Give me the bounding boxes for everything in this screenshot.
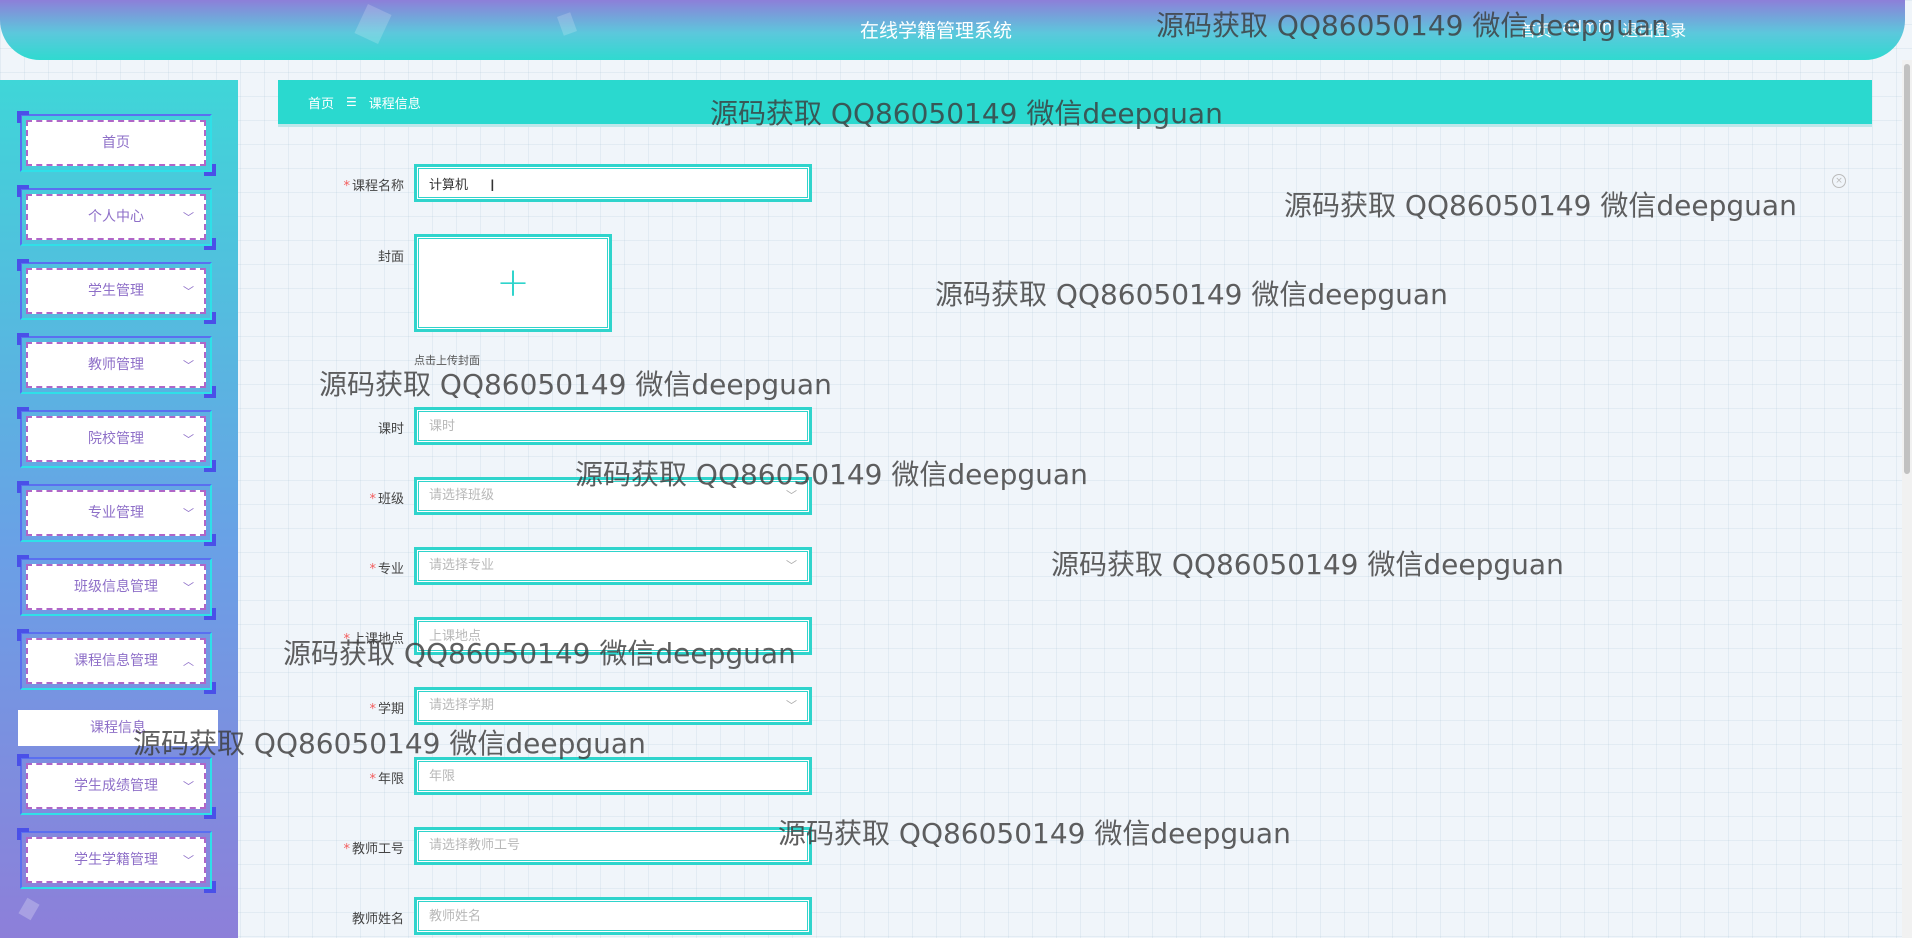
location-label: * 上课地点: [343, 632, 404, 647]
major-select[interactable]: 请选择专业 ﹀: [414, 547, 812, 585]
header-decoration: [354, 4, 392, 44]
plus-icon: +: [496, 260, 530, 306]
sidebar-item-7[interactable]: 课程信息管理 ︿: [17, 629, 216, 694]
hours-input[interactable]: [414, 407, 812, 445]
close-circle-icon[interactable]: ×: [1832, 174, 1846, 188]
chevron-down-icon: ﹀: [183, 359, 194, 372]
years-input[interactable]: [414, 757, 812, 795]
submenu-item-course-info[interactable]: 课程信息: [18, 710, 218, 746]
header-home-link[interactable]: 首页: [1520, 17, 1552, 41]
breadcrumb-current: 课程信息: [368, 96, 421, 112]
years-label: * 年限: [369, 772, 404, 787]
header-links: 首页 admin 退出登录: [1520, 17, 1686, 41]
scrollbar-thumb[interactable]: [1904, 64, 1910, 474]
sidebar-item-4[interactable]: 院校管理 ﹀: [17, 407, 216, 472]
sidebar-item-8[interactable]: 学生成绩管理 ﹀: [17, 754, 216, 819]
chevron-down-icon: ﹀: [183, 854, 194, 867]
sidebar-item-3[interactable]: 教师管理 ﹀: [17, 333, 216, 398]
chevron-down-icon: ﹀: [183, 780, 194, 793]
app-title: 在线学籍管理系统: [860, 20, 1013, 42]
cover-upload-button[interactable]: +: [414, 234, 612, 332]
breadcrumb: 首页 ☰ 课程信息: [278, 80, 1872, 124]
sidebar-item-1[interactable]: 个人中心 ﹀: [17, 185, 216, 250]
semester-label: * 学期: [369, 702, 404, 717]
chevron-down-icon: ﹀: [786, 559, 797, 572]
sidebar-item-6[interactable]: 班级信息管理 ﹀: [17, 555, 216, 620]
background-grid: [0, 0, 1912, 938]
breadcrumb-home[interactable]: 首页: [308, 93, 334, 112]
chevron-down-icon: ﹀: [786, 699, 797, 712]
breadcrumb-separator-icon: ☰: [346, 95, 357, 109]
major-label: * 专业: [369, 562, 404, 577]
sidebar-item-label: 首页: [102, 135, 130, 151]
course-name-input[interactable]: [414, 164, 812, 202]
teacher-name-label: 教师姓名: [351, 912, 404, 927]
teacher-id-select[interactable]: 请选择教师工号: [414, 827, 812, 865]
chevron-down-icon: ﹀: [786, 489, 797, 502]
sidebar-decoration: [18, 897, 40, 921]
sidebar-item-2[interactable]: 学生管理 ﹀: [17, 259, 216, 324]
chevron-down-icon: ﹀: [183, 211, 194, 224]
page-scrollbar[interactable]: [1902, 60, 1912, 938]
location-input[interactable]: [414, 617, 812, 655]
chevron-down-icon: ﹀: [183, 433, 194, 446]
teacher-id-label: * 教师工号: [343, 842, 404, 857]
chevron-down-icon: ﹀: [183, 285, 194, 298]
header-decoration: [557, 12, 577, 36]
class-select[interactable]: 请选择班级 ﹀: [414, 477, 812, 515]
text-cursor-icon: I: [490, 176, 495, 195]
class-label: * 班级: [369, 492, 404, 507]
upload-hint: 点击上传封面: [414, 354, 480, 367]
header-user-link[interactable]: admin: [1562, 17, 1612, 41]
cover-label: 封面: [377, 250, 404, 265]
course-name-label: * 课程名称: [343, 179, 404, 194]
teacher-name-input[interactable]: [414, 897, 812, 935]
semester-select[interactable]: 请选择学期 ﹀: [414, 687, 812, 725]
sidebar-item-9[interactable]: 学生学籍管理 ﹀: [17, 828, 216, 893]
chevron-up-icon: ︿: [183, 655, 194, 668]
logout-link[interactable]: 退出登录: [1622, 17, 1686, 41]
sidebar-item-5[interactable]: 专业管理 ﹀: [17, 481, 216, 546]
chevron-down-icon: ﹀: [183, 581, 194, 594]
top-header: 在线学籍管理系统 首页 admin 退出登录: [0, 0, 1905, 60]
chevron-down-icon: ﹀: [183, 507, 194, 520]
hours-label: 课时: [377, 422, 404, 437]
sidebar-item-0[interactable]: 首页: [17, 111, 216, 176]
